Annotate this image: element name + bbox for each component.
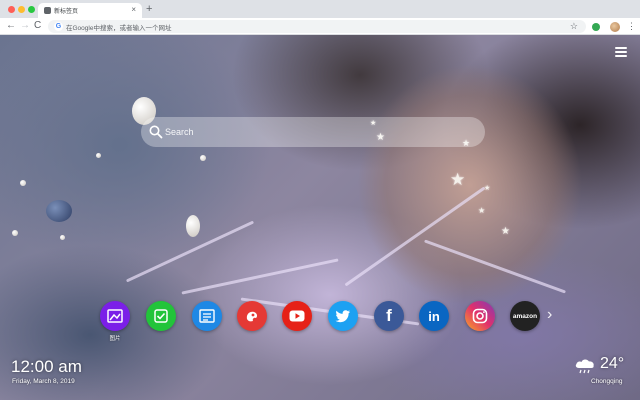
star-sticker-decoration: ★ bbox=[450, 170, 466, 189]
photo-app-label: 图片 bbox=[109, 336, 121, 342]
close-window-button[interactable] bbox=[8, 6, 15, 13]
tab-favicon-icon bbox=[44, 7, 51, 14]
extension-icon[interactable] bbox=[592, 23, 600, 31]
news-app-button[interactable] bbox=[192, 301, 222, 331]
feather-decoration bbox=[181, 258, 339, 295]
instagram-app-button[interactable] bbox=[465, 301, 495, 331]
browser-menu-icon[interactable]: ⋮ bbox=[627, 20, 636, 32]
pearl-decoration bbox=[60, 235, 65, 240]
clock-time: 12:00 am bbox=[11, 357, 82, 376]
star-sticker-decoration: ★ bbox=[484, 185, 491, 192]
search-input[interactable] bbox=[165, 124, 465, 140]
feather-decoration bbox=[424, 239, 566, 294]
new-tab-button[interactable]: + bbox=[146, 3, 152, 15]
pearl-decoration bbox=[12, 230, 18, 236]
star-sticker-decoration: ★ bbox=[501, 226, 510, 237]
amazon-app-button[interactable]: amazon bbox=[510, 301, 540, 331]
address-bar[interactable]: G 在Google中搜索，或者输入一个网址 ☆ bbox=[48, 20, 586, 33]
browser-toolbar: ← → C G 在Google中搜索，或者输入一个网址 ☆ bbox=[0, 18, 640, 35]
profile-avatar[interactable] bbox=[610, 22, 620, 32]
pearl-decoration bbox=[20, 180, 26, 186]
checkmark-icon bbox=[154, 309, 168, 323]
newspaper-icon bbox=[199, 309, 215, 323]
twitter-app-button[interactable] bbox=[328, 301, 358, 331]
feather-decoration bbox=[344, 186, 486, 287]
weather-temperature: 24° bbox=[600, 355, 625, 372]
pearl-decoration bbox=[186, 215, 200, 237]
tab-new-tab[interactable]: 新标签页 × bbox=[38, 3, 142, 18]
maximize-window-button[interactable] bbox=[28, 6, 35, 13]
back-button[interactable]: ← bbox=[6, 20, 16, 32]
minimize-window-button[interactable] bbox=[18, 6, 25, 13]
hamburger-menu-icon[interactable] bbox=[615, 47, 627, 57]
youtube-app-button[interactable] bbox=[282, 301, 312, 331]
google-icon: G bbox=[54, 22, 63, 31]
pearl-decoration bbox=[200, 155, 206, 161]
clock-date: Friday, March 8, 2019 bbox=[12, 378, 75, 385]
sequin-decoration bbox=[46, 200, 72, 222]
new-tab-page: ★ ★ ★ ★ ★ ★ ★ 图片 bbox=[0, 35, 640, 400]
twitter-bird-icon bbox=[335, 310, 350, 323]
facebook-icon: f bbox=[386, 306, 392, 325]
app-dock: 图片 f in amazon › bbox=[0, 298, 640, 348]
tab-close-icon[interactable]: × bbox=[131, 5, 136, 15]
pearl-decoration bbox=[96, 153, 101, 158]
bookmark-star-icon[interactable]: ☆ bbox=[570, 21, 578, 32]
cloud-rain-icon bbox=[575, 359, 594, 374]
linkedin-app-button[interactable]: in bbox=[419, 301, 449, 331]
linkedin-icon: in bbox=[428, 308, 440, 324]
search-bar[interactable] bbox=[141, 117, 485, 147]
youtube-play-icon bbox=[289, 310, 305, 322]
tab-title: 新标签页 bbox=[54, 9, 79, 15]
game-app-button[interactable] bbox=[237, 301, 267, 331]
search-icon bbox=[149, 125, 163, 139]
instagram-icon bbox=[472, 308, 488, 324]
photo-app-button[interactable] bbox=[100, 301, 130, 331]
image-icon bbox=[107, 309, 123, 323]
facebook-app-button[interactable]: f bbox=[374, 301, 404, 331]
next-apps-arrow[interactable]: › bbox=[547, 306, 552, 324]
weather-city: Chongqing bbox=[591, 378, 623, 385]
reload-button[interactable]: C bbox=[34, 20, 41, 32]
star-sticker-decoration: ★ bbox=[478, 206, 486, 215]
address-bar-placeholder: 在Google中搜索，或者输入一个网址 bbox=[66, 25, 172, 32]
forward-button[interactable]: → bbox=[20, 20, 30, 32]
tab-strip: 新标签页 × + bbox=[0, 0, 640, 18]
check-app-button[interactable] bbox=[146, 301, 176, 331]
amazon-icon: amazon bbox=[512, 312, 538, 320]
gamepad-icon bbox=[246, 311, 258, 322]
